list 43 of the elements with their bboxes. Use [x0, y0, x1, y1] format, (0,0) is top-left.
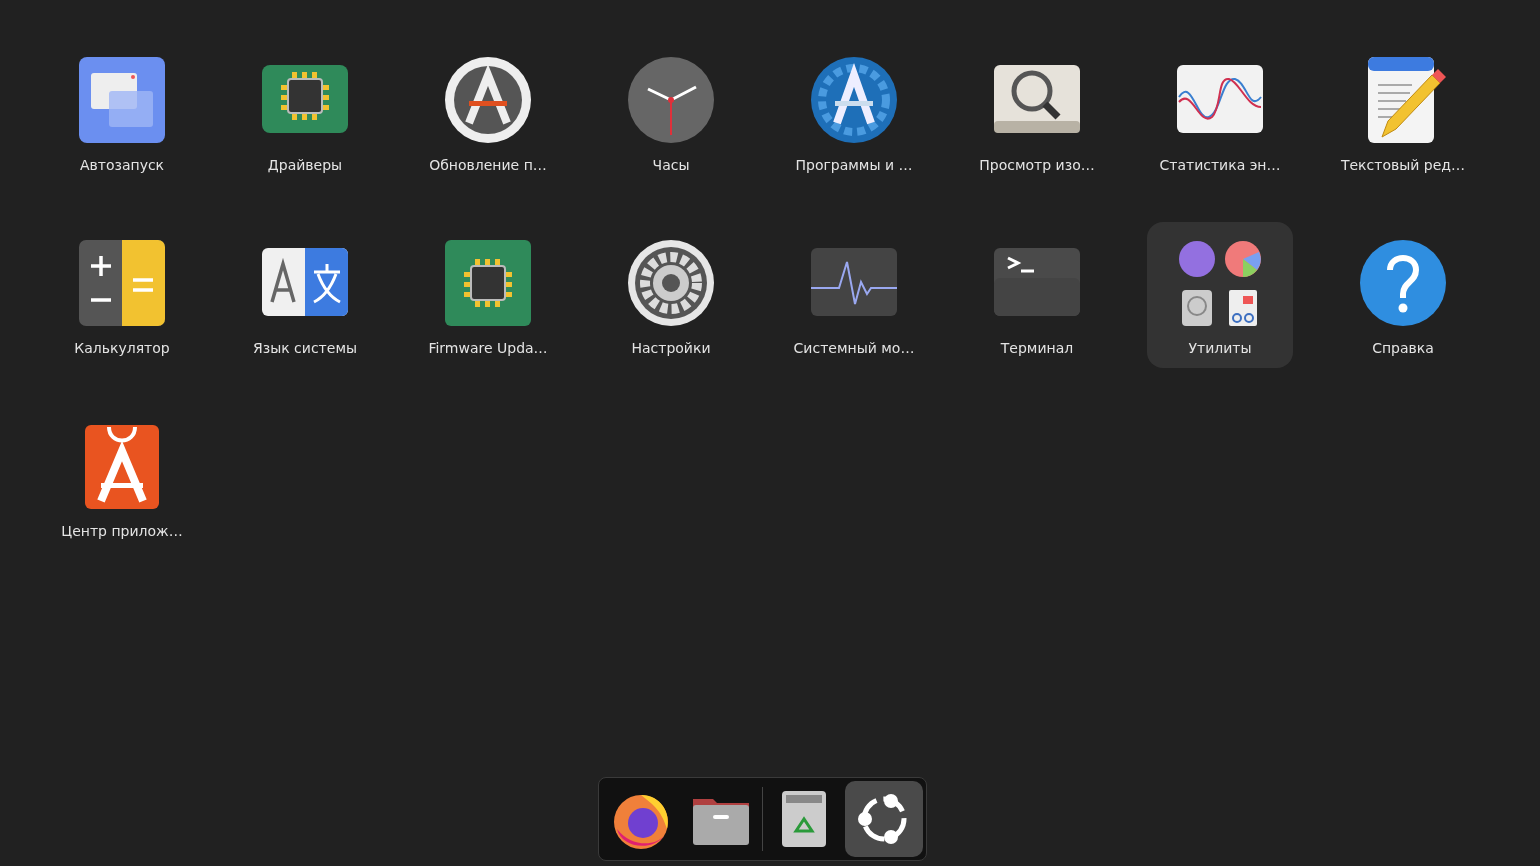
dock-item[interactable] [844, 781, 923, 857]
app-launcher[interactable]: Статистика эн… [1147, 39, 1293, 185]
app-launcher[interactable]: Настройки [598, 222, 744, 368]
app-label: Драйверы [267, 157, 343, 173]
app-label: Программы и … [795, 157, 913, 173]
circle-letter-icon [445, 57, 531, 143]
app-launcher[interactable]: Firmware Upda… [415, 222, 561, 368]
app-label: Справка [1372, 340, 1434, 356]
app-launcher[interactable]: Справка [1330, 222, 1476, 368]
app-label: Терминал [1000, 340, 1074, 356]
app-label: Часы [652, 157, 690, 173]
app-label: Просмотр изо… [979, 157, 1095, 173]
app-label: Firmware Upda… [428, 340, 548, 356]
app-folder[interactable]: Утилиты [1147, 222, 1293, 368]
app-label: Текстовый ред… [1340, 157, 1466, 173]
chip-icon [445, 240, 531, 326]
app-launcher[interactable]: Просмотр изо… [964, 39, 1110, 185]
app-label: Настройки [631, 340, 711, 356]
app-launcher[interactable]: Часы [598, 39, 744, 185]
app-label: Калькулятор [74, 340, 170, 356]
app-label: Статистика эн… [1159, 157, 1281, 173]
app-launcher[interactable]: Автозапуск [49, 39, 195, 185]
gear-letter-icon [811, 57, 897, 143]
app-launcher[interactable]: Обновление п… [415, 39, 561, 185]
app-launcher[interactable]: Язык системы [232, 222, 378, 368]
clock-icon [628, 57, 714, 143]
app-launcher[interactable]: Системный мо… [781, 222, 927, 368]
windows-icon [79, 57, 165, 143]
settings-icon [628, 240, 714, 326]
calculator-icon [79, 240, 165, 326]
app-launcher[interactable]: Калькулятор [49, 222, 195, 368]
app-launcher[interactable]: Текстовый ред… [1330, 39, 1476, 185]
app-label: Обновление п… [429, 157, 547, 173]
app-label: Автозапуск [79, 157, 165, 173]
app-label: Язык системы [253, 340, 357, 356]
app-launcher[interactable]: Терминал [964, 222, 1110, 368]
app-label: Утилиты [1188, 340, 1252, 356]
app-launcher[interactable]: Центр прилож… [49, 405, 195, 551]
app-launcher[interactable]: Программы и … [781, 39, 927, 185]
app-label: Системный мо… [793, 340, 915, 356]
question-mark-icon [1360, 240, 1446, 326]
app-launcher[interactable]: Драйверы [232, 39, 378, 185]
app-label: Центр прилож… [61, 523, 183, 539]
